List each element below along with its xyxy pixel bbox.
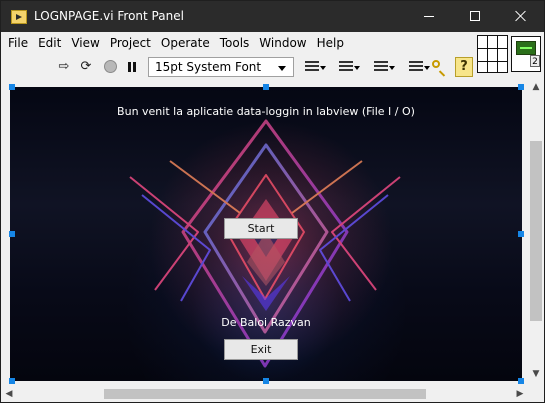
menu-window[interactable]: Window [254, 32, 311, 54]
align-objects-button[interactable] [302, 57, 327, 77]
exit-button[interactable]: Exit [224, 339, 298, 360]
distribute-objects-button[interactable] [336, 57, 361, 77]
menu-tools[interactable]: Tools [215, 32, 255, 54]
selection-handle-middle-left[interactable] [9, 231, 15, 237]
scrollbar-corner [528, 386, 544, 402]
maximize-icon [470, 11, 480, 21]
horizontal-scrollbar[interactable]: ◀ ▶ [1, 386, 528, 402]
abort-execution-button[interactable] [101, 57, 121, 77]
run-button[interactable]: ⇨ [54, 57, 74, 77]
chevron-down-icon [278, 66, 286, 71]
run-continuously-button[interactable]: ⟳ [76, 57, 96, 77]
maximize-button[interactable] [452, 1, 498, 32]
pause-button[interactable] [122, 57, 142, 77]
selection-handle-top-middle[interactable] [263, 84, 269, 90]
close-button[interactable] [498, 1, 544, 32]
titlebar: LOGNPAGE.vi Front Panel [1, 1, 544, 32]
chevron-down-icon [354, 66, 360, 70]
scroll-right-icon[interactable]: ▶ [514, 388, 526, 400]
window-controls [406, 1, 544, 32]
vertical-scrollbar[interactable]: ▲ ▼ [528, 80, 544, 381]
menu-file[interactable]: File [3, 32, 33, 54]
abort-execution-icon [104, 60, 117, 73]
window-title: LOGNPAGE.vi Front Panel [34, 9, 184, 23]
close-icon [514, 9, 528, 23]
front-panel-canvas: Bun venit la aplicatie data-loggin in la… [10, 87, 522, 381]
vi-icon[interactable]: 2 [511, 36, 541, 72]
start-button[interactable]: Start [224, 218, 298, 239]
search-button[interactable] [428, 57, 453, 77]
selection-handle-middle-right[interactable] [518, 231, 524, 237]
menu-view[interactable]: View [66, 32, 104, 54]
welcome-label: Bun venit la aplicatie data-loggin in la… [117, 105, 415, 118]
pause-icon [127, 62, 137, 72]
align-objects-icon [305, 61, 319, 73]
menu-operate[interactable]: Operate [156, 32, 215, 54]
resize-objects-button[interactable] [371, 57, 396, 77]
selection-handle-bottom-right[interactable] [518, 378, 524, 384]
scroll-down-icon[interactable]: ▼ [530, 368, 542, 380]
run-arrow-icon: ⇨ [58, 59, 70, 74]
reorder-objects-icon [409, 61, 423, 73]
menu-help[interactable]: Help [312, 32, 349, 54]
chevron-down-icon [389, 66, 395, 70]
run-continuously-icon: ⟳ [80, 59, 92, 74]
selection-handle-bottom-left[interactable] [9, 378, 15, 384]
horizontal-scroll-thumb[interactable] [104, 389, 426, 399]
distribute-objects-icon [339, 61, 353, 73]
menu-project[interactable]: Project [105, 32, 156, 54]
author-label: De Baloi Razvan [221, 316, 311, 329]
minimize-icon [424, 16, 434, 17]
resize-objects-icon [374, 61, 388, 73]
selection-handle-bottom-middle[interactable] [263, 378, 269, 384]
font-selector-value: 15pt System Font [155, 60, 262, 74]
labview-app-icon [11, 10, 27, 24]
vi-screen-icon [516, 41, 536, 55]
scroll-left-icon[interactable]: ◀ [3, 388, 15, 400]
connector-pane[interactable] [477, 35, 508, 73]
context-help-button[interactable]: ? [455, 57, 473, 77]
minimize-button[interactable] [406, 1, 452, 32]
selection-handle-top-left[interactable] [9, 84, 15, 90]
vertical-scroll-thumb[interactable] [530, 141, 542, 321]
selection-handle-top-right[interactable] [518, 84, 524, 90]
font-selector[interactable]: 15pt System Font [148, 57, 294, 77]
scroll-up-icon[interactable]: ▲ [530, 81, 542, 93]
connector-badge: 2 [530, 55, 540, 67]
menu-edit[interactable]: Edit [33, 32, 66, 54]
search-icon [432, 60, 440, 68]
labview-window: LOGNPAGE.vi Front Panel File Edit View P… [0, 0, 545, 403]
chevron-down-icon [320, 66, 326, 70]
menu-bar: File Edit View Project Operate Tools Win… [1, 32, 475, 54]
front-panel-toolbar: ⇨ ⟳ 15pt System Font ? [1, 54, 475, 80]
